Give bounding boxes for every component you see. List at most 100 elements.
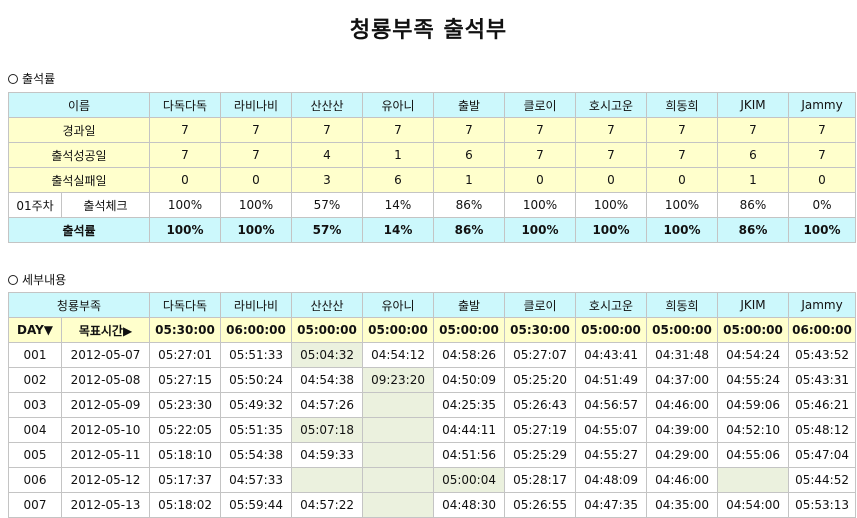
- stat-value-cell: 7: [504, 142, 576, 168]
- week-value-cell: 14%: [362, 192, 434, 218]
- member-name-cell: 희동희: [646, 92, 718, 118]
- date-cell: 2012-05-13: [60, 492, 151, 518]
- target-time-cell: 05:00:00: [575, 317, 648, 343]
- member-name-cell: 출발: [433, 292, 506, 318]
- stat-value-cell: 6: [433, 142, 505, 168]
- day-number-cell: 004: [8, 417, 62, 443]
- stat-value-cell: 6: [362, 167, 434, 193]
- member-name-cell: 유아니: [362, 92, 434, 118]
- time-cell: 04:59:33: [291, 442, 364, 468]
- time-cell: [717, 467, 790, 493]
- stat-value-cell: 0: [220, 167, 292, 193]
- time-cell: 04:55:07: [575, 417, 648, 443]
- target-time-cell: 05:00:00: [646, 317, 719, 343]
- stat-value-cell: 7: [362, 117, 434, 143]
- stat-value-cell: 1: [717, 167, 789, 193]
- time-cell: 05:47:04: [788, 442, 857, 468]
- rate-value-cell: 57%: [291, 217, 363, 243]
- time-cell: 05:49:32: [220, 392, 293, 418]
- circle-bullet-icon: [8, 74, 18, 84]
- member-name-cell: 클로이: [504, 292, 577, 318]
- member-name-cell: 희동희: [646, 292, 719, 318]
- stat-value-cell: 0: [504, 167, 576, 193]
- target-time-cell: 05:00:00: [291, 317, 364, 343]
- week-check-row: 01주차 출석체크 100% 100% 57% 14% 86% 100% 100% 100% 86%…: [8, 192, 856, 218]
- date-cell: 2012-05-11: [60, 442, 151, 468]
- stat-value-cell: 7: [291, 117, 363, 143]
- time-cell: 09:23:20: [362, 367, 435, 393]
- time-cell: 05:18:02: [149, 492, 222, 518]
- details-table: 청룡부족 다독다독 라비나비 산산산 유아니 출발 클로이 호시고운 희동희 JKIM Jammy D…: [7, 292, 857, 518]
- member-name-cell: 호시고운: [575, 92, 647, 118]
- time-cell: 04:46:00: [646, 467, 719, 493]
- time-cell: 04:31:48: [646, 342, 719, 368]
- day-row: 001 2012-05-07 05:27:01 05:51:33 05:04:32 04:…: [8, 342, 857, 368]
- details-section-title: 세부내용: [8, 271, 66, 288]
- stat-value-cell: 6: [717, 142, 789, 168]
- day-number-cell: 002: [8, 367, 62, 393]
- time-cell: 05:26:55: [504, 492, 577, 518]
- stat-value-cell: 4: [291, 142, 363, 168]
- stat-value-cell: 1: [433, 167, 505, 193]
- rate-row: 출석률 100% 100% 57% 14% 86% 100% 100% 100% 86% 100%: [8, 217, 856, 243]
- member-name-cell: JKIM: [717, 92, 789, 118]
- week-label-cell: 출석체크: [61, 192, 150, 218]
- date-cell: 2012-05-08: [60, 367, 151, 393]
- time-cell: 04:51:56: [433, 442, 506, 468]
- week-value-cell: 86%: [433, 192, 505, 218]
- week-value-cell: 86%: [717, 192, 789, 218]
- stat-value-cell: 7: [220, 142, 292, 168]
- day-number-cell: 003: [8, 392, 62, 418]
- member-name-cell: 산산산: [291, 92, 363, 118]
- time-cell: 05:17:37: [149, 467, 222, 493]
- stat-value-cell: 0: [788, 167, 856, 193]
- time-cell: 05:04:32: [291, 342, 364, 368]
- stat-row: 출석실패일 0 0 3 6 1 0 0 0 1 0: [8, 167, 856, 193]
- stat-value-cell: 7: [788, 142, 856, 168]
- time-cell: 05:23:30: [149, 392, 222, 418]
- day-row: 005 2012-05-11 05:18:10 05:54:38 04:59:33 04:…: [8, 442, 857, 468]
- stat-value-cell: 7: [575, 117, 647, 143]
- time-cell: 04:25:35: [433, 392, 506, 418]
- day-number-cell: 007: [8, 492, 62, 518]
- member-name-cell: 다독다독: [149, 292, 222, 318]
- time-cell: 05:44:52: [788, 467, 857, 493]
- member-name-cell: Jammy: [788, 92, 856, 118]
- header-label-cell: 이름: [8, 92, 150, 118]
- time-cell: 04:47:35: [575, 492, 648, 518]
- rate-value-cell: 100%: [149, 217, 221, 243]
- date-cell: 2012-05-10: [60, 417, 151, 443]
- time-cell: 05:46:21: [788, 392, 857, 418]
- stat-row: 출석성공일 7 7 4 1 6 7 7 7 6 7: [8, 142, 856, 168]
- time-cell: 04:43:41: [575, 342, 648, 368]
- stat-value-cell: 7: [717, 117, 789, 143]
- member-name-cell: 라비나비: [220, 92, 292, 118]
- time-cell: 04:54:24: [717, 342, 790, 368]
- stat-label-cell: 경과일: [8, 117, 150, 143]
- time-cell: 04:54:00: [717, 492, 790, 518]
- time-cell: 04:46:00: [646, 392, 719, 418]
- rate-value-cell: 14%: [362, 217, 434, 243]
- time-cell: 05:22:05: [149, 417, 222, 443]
- time-cell: 05:43:52: [788, 342, 857, 368]
- member-name-cell: Jammy: [788, 292, 857, 318]
- time-cell: [362, 492, 435, 518]
- time-cell: 04:50:09: [433, 367, 506, 393]
- member-name-cell: 다독다독: [149, 92, 221, 118]
- time-cell: 05:53:13: [788, 492, 857, 518]
- time-cell: 05:50:24: [220, 367, 293, 393]
- time-cell: 04:54:12: [362, 342, 435, 368]
- member-name-cell: 산산산: [291, 292, 364, 318]
- target-time-cell: 05:00:00: [433, 317, 506, 343]
- time-cell: 05:25:20: [504, 367, 577, 393]
- stat-value-cell: 3: [291, 167, 363, 193]
- week-value-cell: 100%: [504, 192, 576, 218]
- week-value-cell: 0%: [788, 192, 856, 218]
- time-cell: 04:55:24: [717, 367, 790, 393]
- time-cell: [362, 417, 435, 443]
- time-cell: 04:29:00: [646, 442, 719, 468]
- week-value-cell: 100%: [575, 192, 647, 218]
- time-cell: 04:48:09: [575, 467, 648, 493]
- day-row: 003 2012-05-09 05:23:30 05:49:32 04:57:26 04:…: [8, 392, 857, 418]
- time-cell: 04:57:22: [291, 492, 364, 518]
